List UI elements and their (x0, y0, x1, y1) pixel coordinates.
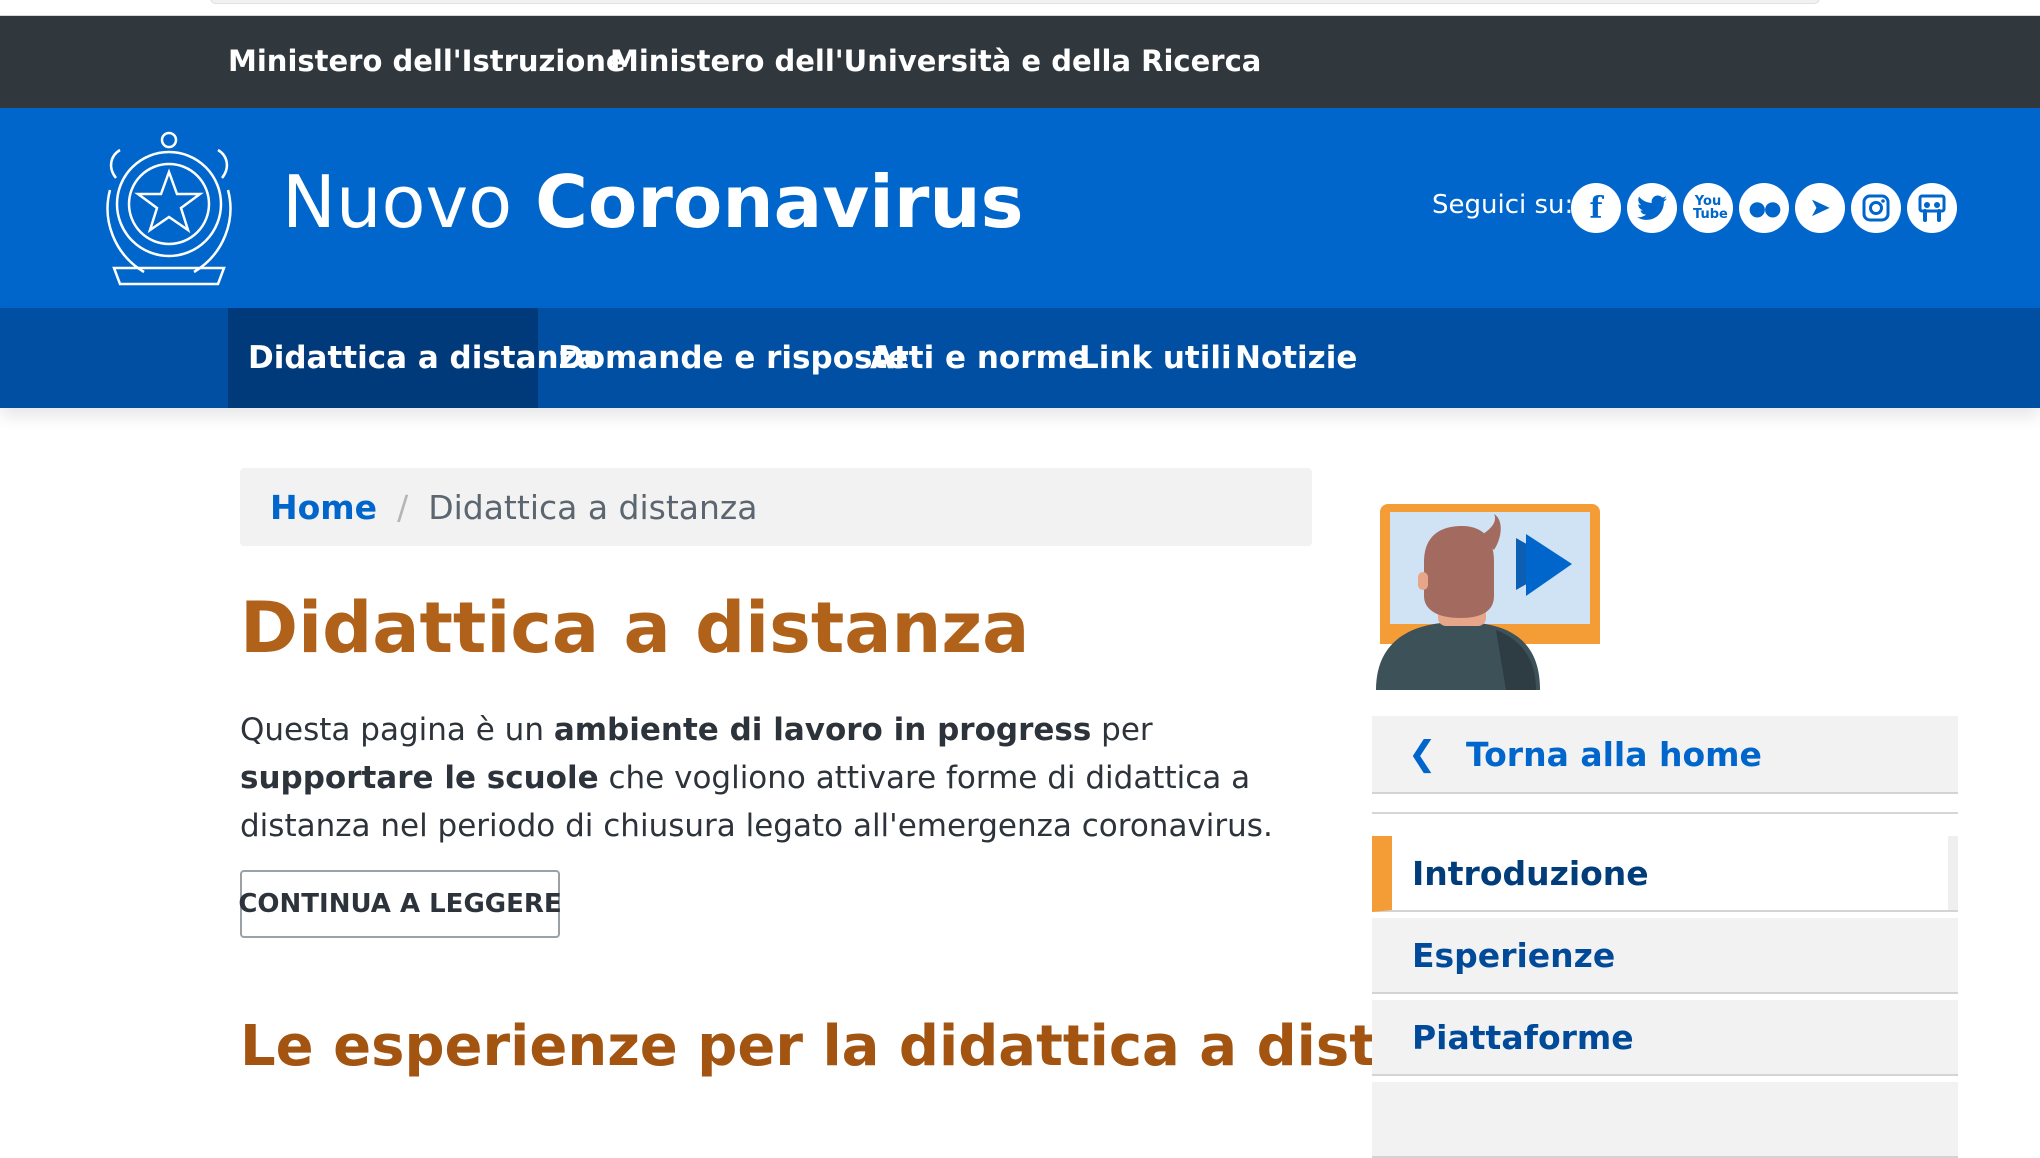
intro-text-1: Questa pagina è un (240, 712, 554, 748)
youtube-icon[interactable]: You Tube (1683, 183, 1733, 233)
slim-header: Ministero dell'Istruzione Ministero dell… (0, 16, 2040, 108)
twitter-icon[interactable] (1627, 183, 1677, 233)
sidebar-item-introduzione[interactable]: Introduzione (1372, 836, 1958, 912)
back-to-home-label: Torna alla home (1466, 734, 1762, 774)
sidebar-divider (1372, 812, 1958, 814)
video-lesson-illustration-icon (1376, 504, 1600, 690)
site-title[interactable]: Nuovo Coronavirus (282, 166, 1023, 238)
sidebar-item-esperienze[interactable]: Esperienze (1372, 918, 1958, 994)
breadcrumb-separator: / (397, 487, 409, 527)
intro-bold-1: ambiente di lavoro in progress (553, 712, 1092, 748)
nav-item-didattica[interactable]: Didattica a distanza (228, 308, 598, 408)
breadcrumb-home-link[interactable]: Home (270, 488, 377, 527)
sidebar-item-next[interactable] (1372, 1082, 1958, 1158)
section-title-esperienze: Le esperienze per la didattica a distanz… (240, 1014, 1525, 1079)
breadcrumb: Home / Didattica a distanza (240, 468, 1312, 546)
continue-reading-button[interactable]: CONTINUA A LEGGERE (238, 870, 562, 938)
instagram-camera-shape (1862, 194, 1890, 222)
slim-link-istruzione[interactable]: Ministero dell'Istruzione (228, 44, 626, 78)
slideshare-icon[interactable] (1907, 183, 1957, 233)
address-bar-edge (210, 0, 1820, 4)
site-title-bold: Coronavirus (535, 160, 1024, 244)
chevron-left-icon: ❮ (1408, 734, 1437, 774)
nav-item-notizie[interactable]: Notizie (1215, 308, 1377, 408)
browser-chrome-strip (0, 0, 2040, 16)
intro-text-2: per (1091, 712, 1153, 748)
intro-bold-2: supportare le scuole (240, 760, 599, 796)
slim-link-universita[interactable]: Ministero dell'Università e della Ricerc… (610, 44, 1261, 78)
back-to-home-link[interactable]: ❮ Torna alla home (1372, 716, 1958, 794)
facebook-icon[interactable]: f (1571, 183, 1621, 233)
instagram-icon[interactable] (1851, 183, 1901, 233)
flickr-icon[interactable]: ●● (1739, 183, 1789, 233)
center-header: Nuovo Coronavirus Seguici su: f You Tube… (0, 108, 2040, 308)
breadcrumb-current: Didattica a distanza (428, 487, 758, 527)
sidebar-item-piattaforme[interactable]: Piattaforme (1372, 1000, 1958, 1076)
telegram-icon[interactable]: ➤ (1795, 183, 1845, 233)
follow-us-label: Seguici su: (1432, 190, 1574, 220)
slideshare-shape (1918, 194, 1946, 222)
site-title-light: Nuovo (282, 160, 513, 244)
twitter-bird-shape (1637, 195, 1667, 220)
republic-emblem-icon[interactable] (96, 128, 242, 288)
main-navbar: Didattica a distanza Domande e risposte … (0, 308, 2040, 408)
page-title: Didattica a distanza (240, 587, 1030, 669)
intro-paragraph: Questa pagina è un ambiente di lavoro in… (240, 706, 1300, 850)
